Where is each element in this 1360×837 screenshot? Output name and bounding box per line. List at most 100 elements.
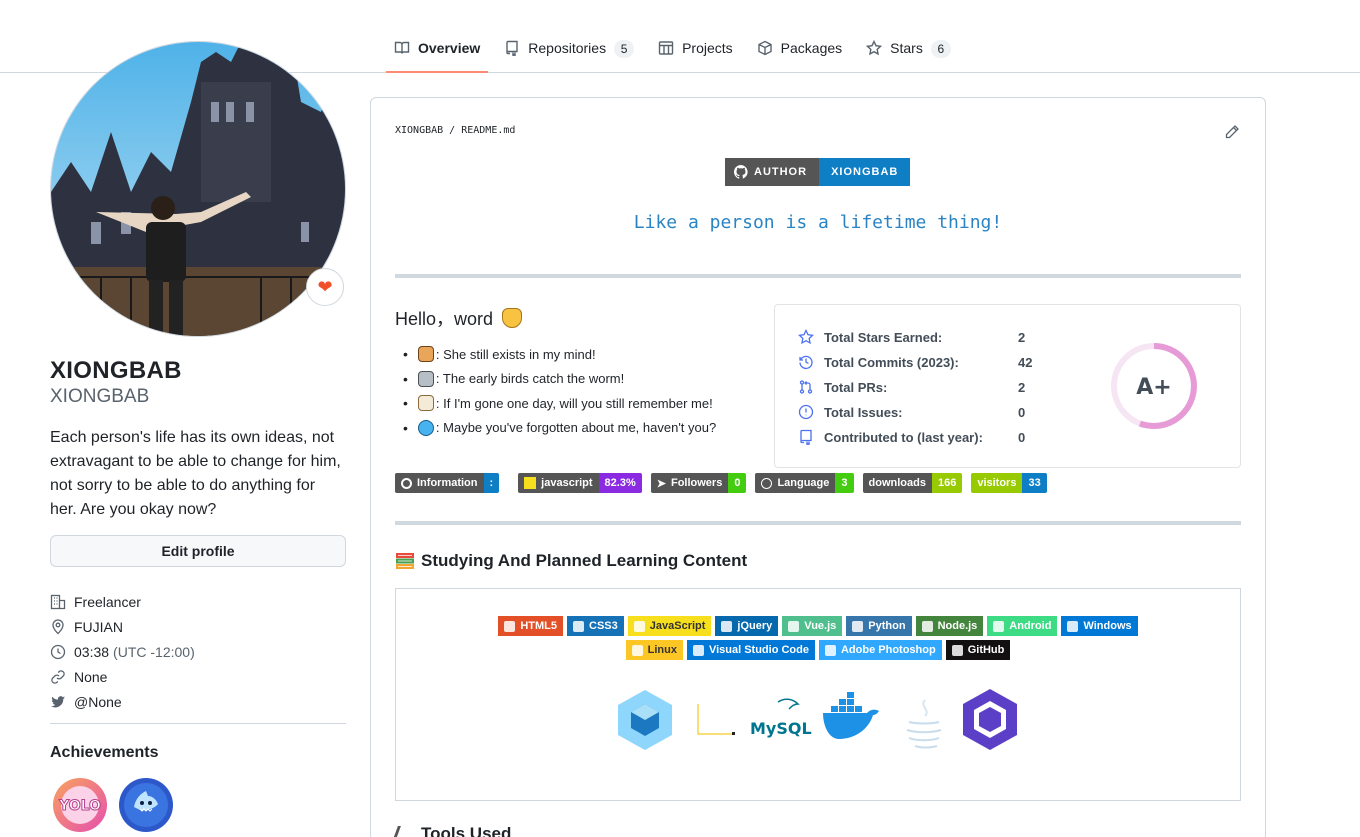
tab-label: Stars bbox=[890, 40, 923, 56]
python-icon bbox=[852, 620, 864, 632]
star-icon bbox=[866, 40, 883, 56]
adobe-photoshop-icon bbox=[824, 644, 836, 656]
sidebar-divider bbox=[50, 723, 346, 724]
skill-label: Node.js bbox=[937, 620, 978, 632]
skill-label: Adobe Photoshop bbox=[840, 644, 936, 656]
skill-label: GitHub bbox=[967, 644, 1005, 656]
website-text: None bbox=[74, 668, 108, 685]
jquery-icon bbox=[721, 620, 733, 632]
avatar[interactable] bbox=[50, 41, 346, 337]
css3-icon bbox=[573, 620, 585, 632]
issue-icon bbox=[798, 404, 814, 420]
tab-repositories[interactable]: Repositories 5 bbox=[496, 28, 642, 73]
detail-time: 03:38 (UTC -12:00) bbox=[50, 639, 195, 664]
koala-icon bbox=[417, 370, 434, 387]
achievement-yolo[interactable]: YOLO bbox=[52, 777, 108, 833]
skill-row: HTML5 CSS3 JavaScript jQuery Vue.js Python Nod… bbox=[395, 616, 1241, 636]
svg-text:YOLO: YOLO bbox=[58, 798, 101, 814]
skill-label: Windows bbox=[1083, 620, 1132, 632]
shield-javascript[interactable]: javascript 82.3% bbox=[518, 473, 642, 493]
list-item: : She still exists in my mind! bbox=[403, 342, 716, 367]
tab-overview[interactable]: Overview bbox=[386, 28, 489, 73]
vue-js-icon bbox=[788, 620, 800, 632]
hello-heading: Hello，word bbox=[395, 305, 523, 331]
skill-label: Vue.js bbox=[804, 620, 837, 632]
stat-total-stars: Total Stars Earned: 2 bbox=[798, 329, 1025, 345]
profile-login: XIONGBAB bbox=[50, 386, 150, 407]
skill-badge-jquery[interactable]: jQuery bbox=[715, 616, 779, 636]
skill-badge-css3[interactable]: CSS3 bbox=[567, 616, 624, 636]
pencil-icon[interactable] bbox=[1224, 124, 1240, 140]
readme-divider bbox=[395, 521, 1241, 525]
shield-followers[interactable]: ➤ Followers 0 bbox=[650, 473, 747, 493]
list-item: : If I'm gone one day, will you still re… bbox=[403, 391, 716, 416]
skill-label: CSS3 bbox=[589, 620, 618, 632]
skill-badge-android[interactable]: Android bbox=[987, 616, 1058, 636]
html5-icon bbox=[504, 620, 516, 632]
local-time: 03:38 bbox=[74, 643, 110, 660]
shield-language[interactable]: Language 3 bbox=[755, 473, 854, 493]
profile-shields: Information : javascript 82.3% ➤ Follower… bbox=[395, 473, 1056, 493]
shield-information[interactable]: Information : bbox=[395, 473, 500, 493]
skill-badge-javascript[interactable]: JavaScript bbox=[627, 616, 712, 636]
skill-label: Linux bbox=[647, 644, 677, 656]
detail-twitter[interactable]: @None bbox=[50, 689, 195, 714]
achievement-shark[interactable] bbox=[118, 777, 174, 833]
globe-icon bbox=[761, 477, 773, 489]
skill-label: Python bbox=[868, 620, 906, 632]
tab-packages[interactable]: Packages bbox=[749, 28, 850, 73]
location-text: FUJIAN bbox=[74, 618, 123, 635]
twitter-text: @None bbox=[74, 693, 122, 710]
tab-stars[interactable]: Stars 6 bbox=[858, 28, 959, 73]
mysql-icon: MySQL bbox=[750, 698, 812, 738]
stars-count: 6 bbox=[930, 40, 951, 58]
books-icon bbox=[396, 553, 414, 569]
table-icon bbox=[658, 41, 674, 55]
package-icon bbox=[757, 40, 772, 56]
tab-label: Packages bbox=[780, 40, 843, 56]
node-js-icon bbox=[921, 620, 933, 632]
skill-badge-adobe-photoshop[interactable]: Adobe Photoshop bbox=[818, 640, 942, 660]
shield-visitors[interactable]: visitors 33 bbox=[971, 473, 1047, 493]
tab-label: Overview bbox=[418, 40, 481, 56]
tab-label: Projects bbox=[682, 40, 733, 56]
tab-projects[interactable]: Projects bbox=[650, 28, 741, 73]
graphql-icon bbox=[963, 689, 1017, 750]
status-emoji-button[interactable]: ❤ bbox=[306, 268, 344, 306]
javascript-icon bbox=[524, 477, 537, 489]
rank-grade-ring: A+ bbox=[1111, 343, 1197, 429]
bird-icon bbox=[417, 419, 434, 436]
twitter-icon bbox=[51, 695, 65, 707]
tab-label: Repositories bbox=[528, 40, 607, 56]
author-badge-label: AUTHOR bbox=[725, 158, 820, 186]
skill-row: Linux Visual Studio Code Adobe Photoshop Gi… bbox=[395, 640, 1241, 660]
skill-label: jQuery bbox=[737, 620, 773, 632]
javascript-icon bbox=[633, 620, 645, 632]
edit-profile-button[interactable]: Edit profile bbox=[50, 535, 346, 567]
skill-badge-node-js[interactable]: Node.js bbox=[915, 616, 984, 636]
readme-path[interactable]: XIONGBAB / README.md bbox=[395, 125, 515, 136]
location-icon bbox=[52, 618, 64, 634]
webpack-icon bbox=[618, 690, 672, 750]
skill-badge-python[interactable]: Python bbox=[846, 616, 912, 636]
skill-badge-html5[interactable]: HTML5 bbox=[498, 616, 564, 636]
skill-badge-visual-studio-code[interactable]: Visual Studio Code bbox=[686, 640, 815, 660]
stat-total-prs: Total PRs: 2 bbox=[798, 379, 1025, 395]
link-icon bbox=[51, 669, 65, 684]
eye-icon bbox=[401, 477, 412, 489]
skill-badge-linux[interactable]: Linux bbox=[625, 640, 683, 660]
learning-heading: Studying And Planned Learning Content bbox=[395, 551, 747, 571]
pull-request-icon bbox=[799, 380, 813, 394]
timezone: (UTC -12:00) bbox=[113, 643, 195, 660]
author-badge[interactable]: AUTHOR XIONGBAB bbox=[725, 158, 911, 186]
profile-tabs: Overview Repositories 5 Projects Package… bbox=[386, 28, 967, 73]
detail-website[interactable]: None bbox=[50, 664, 195, 689]
shield-downloads[interactable]: downloads 166 bbox=[862, 473, 963, 493]
skill-badge-github[interactable]: GitHub bbox=[945, 640, 1011, 660]
skill-badge-windows[interactable]: Windows bbox=[1061, 616, 1138, 636]
visual-studio-code-icon bbox=[692, 644, 704, 656]
profile-details: Freelancer FUJIAN 03:38 (UTC -12:00) Non… bbox=[50, 589, 195, 714]
author-badge-value: XIONGBAB bbox=[819, 158, 911, 186]
skill-label: Android bbox=[1009, 620, 1052, 632]
skill-badge-vue-js[interactable]: Vue.js bbox=[782, 616, 843, 636]
